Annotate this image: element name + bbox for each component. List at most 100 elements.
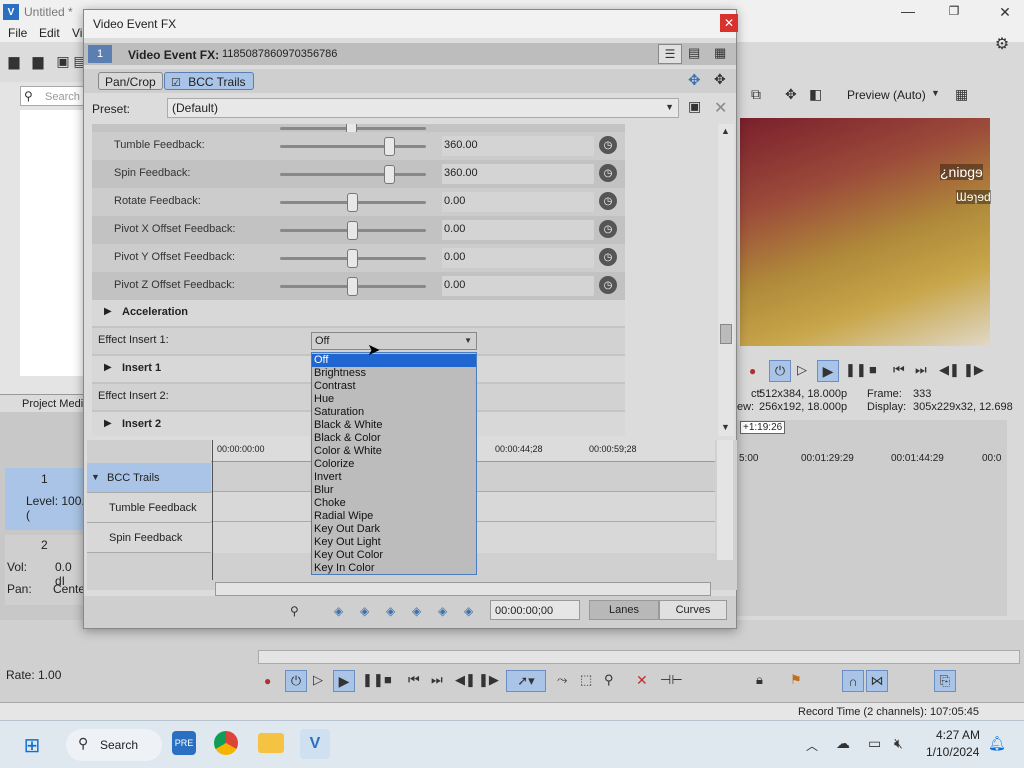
kf-track-tumble-feedback[interactable]: Tumble Feedback [87,493,211,523]
pause-icon[interactable]: ❚❚ [362,672,384,688]
normal-edit-tool-icon[interactable]: ➚▾ [506,670,546,692]
record-icon[interactable]: ● [264,674,271,688]
param-value[interactable]: 360.00 [442,164,594,184]
param-value[interactable]: 0.00 [442,248,594,268]
prev-frame-icon[interactable]: ◀❚ [939,362,960,378]
dropdown-option[interactable]: Off [312,354,476,367]
windows-start-icon[interactable]: ⊞ [20,733,44,757]
kf-track-bcc-trails[interactable]: ▼ BCC Trails [87,463,211,493]
grid-icon[interactable]: ▦ [955,86,968,103]
keyframe-clock-icon[interactable]: ◷ [599,136,617,154]
dropdown-option[interactable]: Key Out Color [312,549,476,562]
slider-knob[interactable] [347,193,358,212]
play-from-start-icon[interactable]: ▷ [313,672,323,688]
notification-bell-icon[interactable]: 🔔︎ [988,735,1006,752]
keyframe-clock-icon[interactable]: ◷ [599,164,617,182]
premiere-app-icon[interactable]: PRE [172,731,196,755]
detail-view-icon[interactable]: ▤ [688,45,700,61]
chain-bcc-trails[interactable]: ☑ BCC Trails [164,72,254,90]
close-app-icon[interactable]: ✕ [994,3,1016,21]
playhead[interactable] [212,440,213,580]
play-from-start-icon[interactable]: ▷ [797,362,807,378]
timeline-hscroll[interactable] [258,650,1020,664]
dropdown-option[interactable]: Contrast [312,380,476,393]
search-box[interactable]: ⚲ Search [20,86,85,106]
track-2-header[interactable]: 2 Vol: 0.0 dI Pan: Cente [5,535,85,605]
keyframe-clock-icon[interactable]: ◷ [599,192,617,210]
slider-knob[interactable] [384,165,395,184]
stop-icon[interactable]: ■ [869,362,877,377]
param-value[interactable]: 0.00 [442,276,594,296]
dialog-title-bar[interactable]: Video Event FX ✕ [84,10,738,38]
delete-icon[interactable]: ✕ [636,672,648,689]
curves-button[interactable]: Curves [659,600,727,620]
param-value[interactable]: 0.00 [442,192,594,212]
selection-tool-icon[interactable]: ⬚ [580,672,592,688]
dropdown-option[interactable]: Black & White [312,419,476,432]
dropdown-option[interactable]: Black & Color [312,432,476,445]
clock-time[interactable]: 4:27 AM [936,728,980,742]
menu-edit[interactable]: Edit [39,26,60,40]
kf-vscroll[interactable] [717,440,733,560]
dropdown-option[interactable]: Invert [312,471,476,484]
save-icon[interactable]: ▣ [55,52,71,70]
chevron-down-icon[interactable]: ▼ [931,88,940,98]
stop-icon[interactable]: ■ [384,672,392,687]
clock-date[interactable]: 1/10/2024 [926,745,979,759]
open-folder-icon[interactable]: ▆ [30,52,46,70]
keyframe-clock-icon[interactable]: ◷ [599,248,617,266]
vegas-app-icon[interactable]: V [300,729,330,759]
restore-icon[interactable]: ❐ [944,3,964,19]
slider-knob[interactable] [347,277,358,296]
menu-view[interactable]: Vi [72,26,82,40]
loop-icon[interactable]: ⏻ [285,670,307,692]
remove-plugin-icon[interactable]: ✥ [714,71,726,88]
trim-icon[interactable]: ⊣⊢ [660,672,683,688]
chrome-icon[interactable] [214,731,238,755]
auto-crossfade-icon[interactable]: ⋈ [866,670,888,692]
dropdown-option[interactable]: Choke [312,497,476,510]
display-icon[interactable]: ▭ [868,735,881,752]
taskbar-search[interactable]: ⚲ Search [66,729,162,761]
dropdown-option[interactable]: Brightness [312,367,476,380]
menu-file[interactable]: File [8,26,27,40]
sync-cursor-icon[interactable]: ⚲ [290,604,299,618]
record-icon[interactable]: ● [749,364,756,378]
delete-keyframe-icon[interactable]: ◈ [464,604,473,618]
kf-hscroll[interactable] [215,582,711,596]
chevron-up-icon[interactable]: ︿ [806,737,818,754]
param-slider[interactable] [280,137,426,156]
dropdown-option[interactable]: Hue [312,393,476,406]
go-to-end-icon[interactable]: ⏭ [915,362,927,378]
zoom-tool-icon[interactable]: ⚲ [604,672,614,688]
pause-icon[interactable]: ❚❚ [845,362,867,378]
chain-pan-crop[interactable]: Pan/Crop [98,72,163,90]
keyframe-clock-icon[interactable]: ◷ [599,276,617,294]
keyframe-clock-icon[interactable]: ◷ [599,220,617,238]
dropdown-option[interactable]: Color & White [312,445,476,458]
dropdown-option[interactable]: Colorize [312,458,476,471]
next-frame-icon[interactable]: ❚▶ [478,672,499,688]
effect-insert-1-dropdown[interactable]: Off ▼ [311,332,477,350]
param-slider[interactable] [280,221,426,240]
param-slider[interactable] [280,249,426,268]
kf-track-spin-feedback[interactable]: Spin Feedback [87,523,211,553]
prev-frame-icon[interactable]: ◀❚ [455,672,476,688]
play-icon[interactable]: ▶ [333,670,355,692]
param-value[interactable]: 0.00 [442,220,594,240]
copy-snapshot-icon[interactable]: ◧ [809,86,822,103]
delete-preset-icon[interactable]: ✕ [714,98,727,118]
play-icon[interactable]: ▶ [817,360,839,382]
volume-muted-icon[interactable]: 🔇︎ [894,735,903,752]
dropdown-option[interactable]: Key Out Light [312,536,476,549]
param-value[interactable]: 360.00 [442,136,594,156]
collapse-arrow-icon[interactable]: ▼ [91,472,100,482]
go-to-end-icon[interactable]: ⏭ [431,672,443,688]
slider-knob[interactable] [384,137,395,156]
add-keyframe-icon[interactable]: ◈ [438,604,447,618]
save-preset-icon[interactable]: ▣ [688,98,701,115]
scroll-down-icon[interactable]: ▼ [721,422,730,432]
section-acceleration[interactable]: ▶ Acceleration [92,300,625,326]
go-to-start-icon[interactable]: ⏮ [408,672,420,688]
auto-ripple-icon[interactable]: ⎘ [934,670,956,692]
